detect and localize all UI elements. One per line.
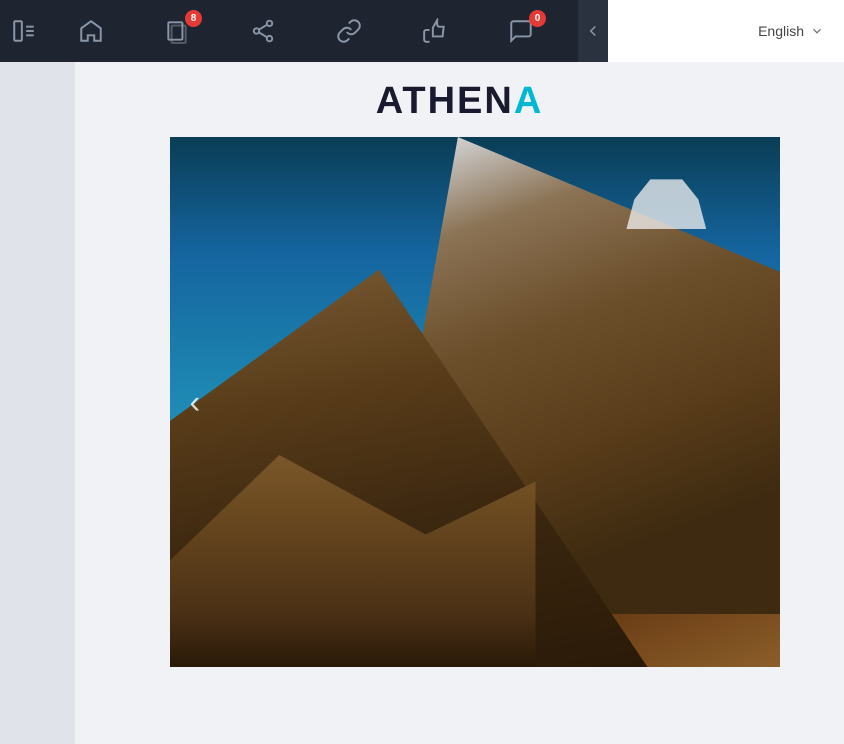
language-bar: English [608,0,844,62]
share-icon [250,18,276,44]
logo: ATHENA [376,80,544,123]
nav-item-link[interactable] [306,0,392,62]
language-selector[interactable]: English [758,23,824,39]
link-icon [336,18,362,44]
hero-image-area: ‹ [170,137,780,667]
files-badge: 8 [185,10,202,27]
nav-item-files[interactable]: 8 [134,0,220,62]
nav-item-share[interactable] [220,0,306,62]
nav-item-like[interactable] [392,0,478,62]
chat-badge: 0 [529,10,546,27]
chevron-down-icon [810,24,824,38]
topbar-collapse-button[interactable] [578,0,608,62]
top-navbar: 8 [0,0,608,62]
home-icon [78,18,104,44]
sidebar-toggle-button[interactable] [0,0,48,62]
mountain-background [170,137,780,667]
logo-accent: A [514,80,543,122]
like-icon [422,18,448,44]
left-sidebar [0,0,75,744]
chevron-left-icon [584,22,602,40]
carousel-prev-button[interactable]: ‹ [190,384,201,421]
main-nav: 8 [48,0,578,62]
nav-item-home[interactable] [48,0,134,62]
sidebar-icon [11,18,37,44]
nav-item-chat[interactable]: 0 [478,0,564,62]
hero-image: ‹ [170,137,780,667]
main-content: ATHENA ‹ [75,62,844,744]
logo-area: ATHENA [75,62,844,137]
logo-main: ATHEN [376,80,514,122]
language-label: English [758,23,804,39]
